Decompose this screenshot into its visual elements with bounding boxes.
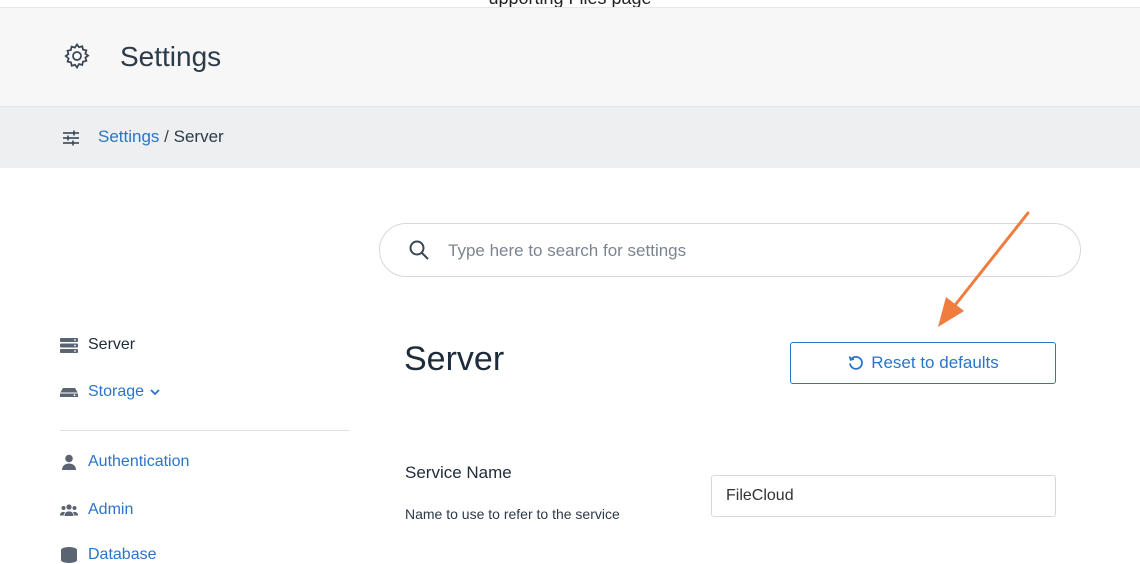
breadcrumb-separator: / bbox=[164, 127, 169, 146]
breadcrumb: Settings / Server bbox=[0, 107, 1140, 168]
sidebar-item-label: Authentication bbox=[88, 453, 190, 470]
sliders-icon bbox=[63, 130, 79, 146]
annotation-arrow-icon bbox=[938, 211, 1030, 327]
gear-icon bbox=[64, 42, 90, 70]
sidebar-item-admin[interactable]: Admin bbox=[60, 501, 133, 519]
storage-icon bbox=[60, 388, 78, 397]
search-icon bbox=[409, 240, 429, 260]
database-icon bbox=[61, 547, 77, 563]
page-header-title: Settings bbox=[120, 41, 222, 72]
section-title: Server bbox=[404, 340, 505, 378]
reset-to-defaults-button[interactable]: Reset to defaults bbox=[790, 342, 1056, 384]
sidebar-item-label: Storage bbox=[88, 383, 145, 400]
sidebar-item-database[interactable]: Database bbox=[60, 546, 157, 564]
sidebar-item-label: Server bbox=[88, 336, 136, 353]
top-banner-text: upporting Files page bbox=[0, 0, 1140, 8]
sidebar-divider bbox=[60, 430, 350, 431]
user-icon bbox=[62, 454, 76, 470]
top-banner: upporting Files page bbox=[0, 0, 1140, 8]
reset-button-label: Reset to defaults bbox=[871, 353, 999, 372]
sidebar-item-server[interactable]: Server bbox=[60, 336, 135, 354]
service-name-field[interactable] bbox=[711, 475, 1056, 517]
sidebar-item-label: Database bbox=[88, 546, 157, 563]
sidebar-item-storage[interactable]: Storage bbox=[60, 383, 160, 401]
sidebar-item-authentication[interactable]: Authentication bbox=[60, 453, 189, 471]
breadcrumb-current: Server bbox=[173, 127, 224, 146]
service-name-help: Name to use to refer to the service bbox=[405, 506, 620, 522]
page-header: Settings bbox=[0, 8, 1140, 107]
service-name-label: Service Name bbox=[405, 463, 512, 482]
server-icon bbox=[60, 338, 78, 353]
chevron-down-icon[interactable] bbox=[150, 388, 160, 396]
reset-icon bbox=[848, 355, 864, 370]
users-icon bbox=[60, 504, 78, 516]
breadcrumb-settings-link[interactable]: Settings bbox=[98, 127, 159, 146]
sidebar-item-label: Admin bbox=[88, 501, 134, 518]
